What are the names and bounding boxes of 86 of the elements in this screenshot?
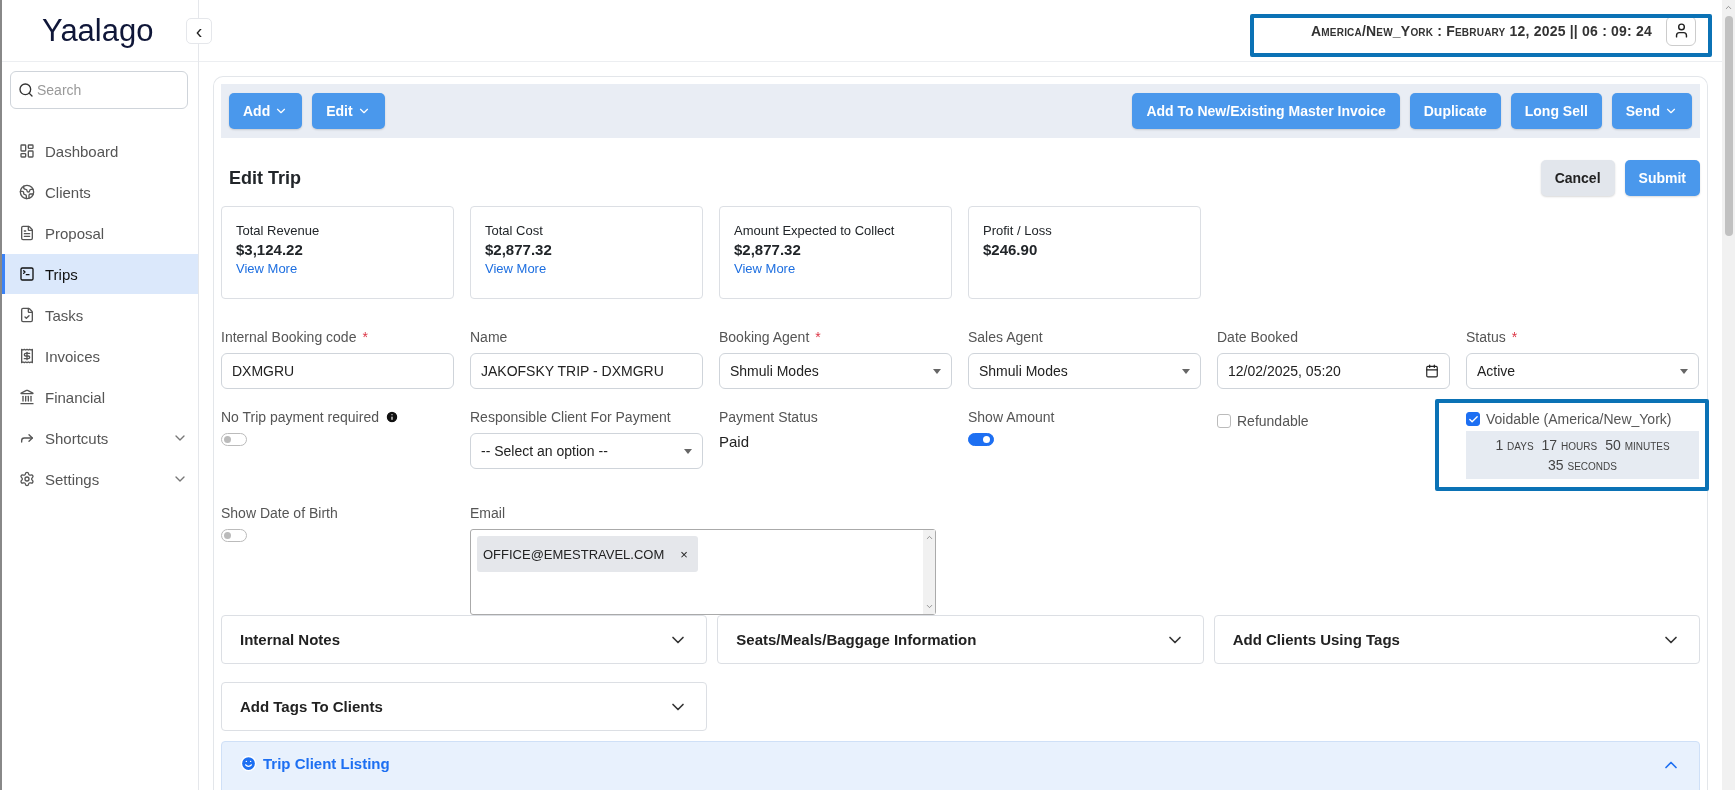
checkbox-label: Voidable (America/New_York): [1486, 411, 1672, 427]
search-field[interactable]: Search: [10, 71, 188, 109]
cancel-button[interactable]: Cancel: [1540, 160, 1615, 196]
summary-value: $246.90: [983, 241, 1039, 258]
field-label: No Trip payment required: [221, 409, 379, 425]
text-field[interactable]: DXMGRU: [221, 353, 454, 389]
accordion-header[interactable]: Internal Notes: [221, 615, 708, 664]
timezone-clock: America/New_York : February 12, 2025 || 06 : 09: 24: [1311, 22, 1652, 39]
file-check-icon: [19, 307, 35, 323]
summary-label: Total Cost: [485, 223, 544, 238]
nav-item[interactable]: Trips: [2, 254, 198, 294]
scroll-up-icon[interactable]: [924, 533, 934, 542]
checkbox-label: Refundable: [1237, 413, 1309, 429]
toggle-switch[interactable]: [221, 433, 247, 446]
toggle-switch[interactable]: [221, 529, 247, 542]
email-tag: OFFICE@EMESTRAVEL.COM ×: [477, 536, 698, 572]
summary-label: Total Revenue: [236, 223, 321, 238]
countdown-value: 17 hours: [1541, 437, 1598, 453]
scrollbar[interactable]: [923, 530, 935, 614]
smiley-icon: [240, 755, 257, 772]
field-label: Payment Status: [719, 409, 818, 425]
page-title: Edit Trip: [229, 167, 302, 189]
toggle-switch[interactable]: [968, 433, 994, 446]
logo: Yaalago: [42, 12, 154, 49]
field-label: Name: [470, 329, 508, 345]
nav-item[interactable]: Invoices: [2, 336, 198, 376]
nav-item[interactable]: Tasks: [2, 295, 198, 335]
receipt-icon: [19, 348, 35, 364]
scroll-up-icon[interactable]: [1724, 3, 1733, 12]
collapse-button[interactable]: ‹: [186, 18, 212, 44]
date-field[interactable]: 12/02/2025, 05:20: [1217, 353, 1450, 389]
required-mark: *: [362, 329, 368, 345]
nav-item[interactable]: Dashboard: [2, 131, 198, 171]
checkbox[interactable]: [1466, 412, 1480, 426]
countdown-value: 50 minutes: [1605, 437, 1670, 453]
select-field[interactable]: -- Select an option --: [470, 433, 703, 469]
scroll-down-icon[interactable]: [924, 602, 934, 611]
settings-icon: [19, 471, 35, 487]
field-label: Show Amount: [968, 409, 1055, 425]
summary-value: $2,877.32: [734, 241, 802, 258]
nav-item[interactable]: Shortcuts: [2, 418, 198, 458]
globe-icon: [19, 184, 35, 200]
select-field[interactable]: Shmuli Modes: [968, 353, 1201, 389]
field-label: Status: [1466, 329, 1506, 345]
field-label: Responsible Client For Payment: [470, 409, 671, 425]
field-label: Sales Agent: [968, 329, 1043, 345]
nav-item[interactable]: Financial: [2, 377, 198, 417]
accordion-header[interactable]: Seats/Meals/Baggage Information: [717, 615, 1204, 664]
summary-value: $3,124.22: [236, 241, 304, 258]
field-label: Booking Agent: [719, 329, 810, 345]
accordion-header[interactable]: Add Clients Using Tags: [1213, 615, 1700, 664]
scrollbar[interactable]: [1722, 0, 1735, 790]
scroll-thumb[interactable]: [1724, 16, 1733, 236]
text-field[interactable]: JAKOFSKY TRIP - DXMGRU: [470, 353, 703, 389]
nav-item[interactable]: Settings: [2, 459, 198, 499]
nav-item[interactable]: Clients: [2, 172, 198, 212]
nav-item[interactable]: Proposal: [2, 213, 198, 253]
accordion-header[interactable]: Add Tags To Clients: [221, 682, 708, 731]
view-more-link[interactable]: View More: [485, 261, 688, 276]
field-label: Show Date of Birth: [221, 505, 338, 521]
select-field[interactable]: Active: [1466, 353, 1699, 389]
summary-label: Profit / Loss: [983, 223, 1053, 238]
payment-status: Paid: [719, 433, 750, 450]
terminal-icon: [19, 266, 35, 282]
document-icon: [19, 225, 35, 241]
bank-icon: [19, 389, 35, 405]
field-label: Date Booked: [1217, 329, 1298, 345]
email-field[interactable]: OFFICE@EMESTRAVEL.COM ×: [470, 529, 936, 615]
view-more-link[interactable]: View More: [734, 261, 937, 276]
checkbox[interactable]: [1217, 414, 1231, 428]
field-label: Email: [470, 505, 505, 521]
dashboard-icon: [19, 143, 35, 159]
countdown-value: 35 seconds: [1548, 457, 1617, 473]
view-more-link[interactable]: View More: [236, 261, 439, 276]
section-header[interactable]: Trip Client Listing: [221, 741, 1700, 790]
summary-value: $2,877.32: [485, 241, 553, 258]
countdown-value: 1 days: [1495, 437, 1534, 453]
calendar-icon[interactable]: [1425, 364, 1439, 378]
search-icon: [18, 82, 34, 98]
required-mark: *: [815, 329, 821, 345]
required-mark: *: [1511, 329, 1518, 345]
select-field[interactable]: Shmuli Modes: [719, 353, 952, 389]
field-label: Internal Booking code: [221, 329, 357, 345]
summary-label: Amount Expected to Collect: [734, 223, 896, 238]
remove-tag-button[interactable]: ×: [680, 546, 688, 562]
info-icon[interactable]: [384, 410, 399, 424]
